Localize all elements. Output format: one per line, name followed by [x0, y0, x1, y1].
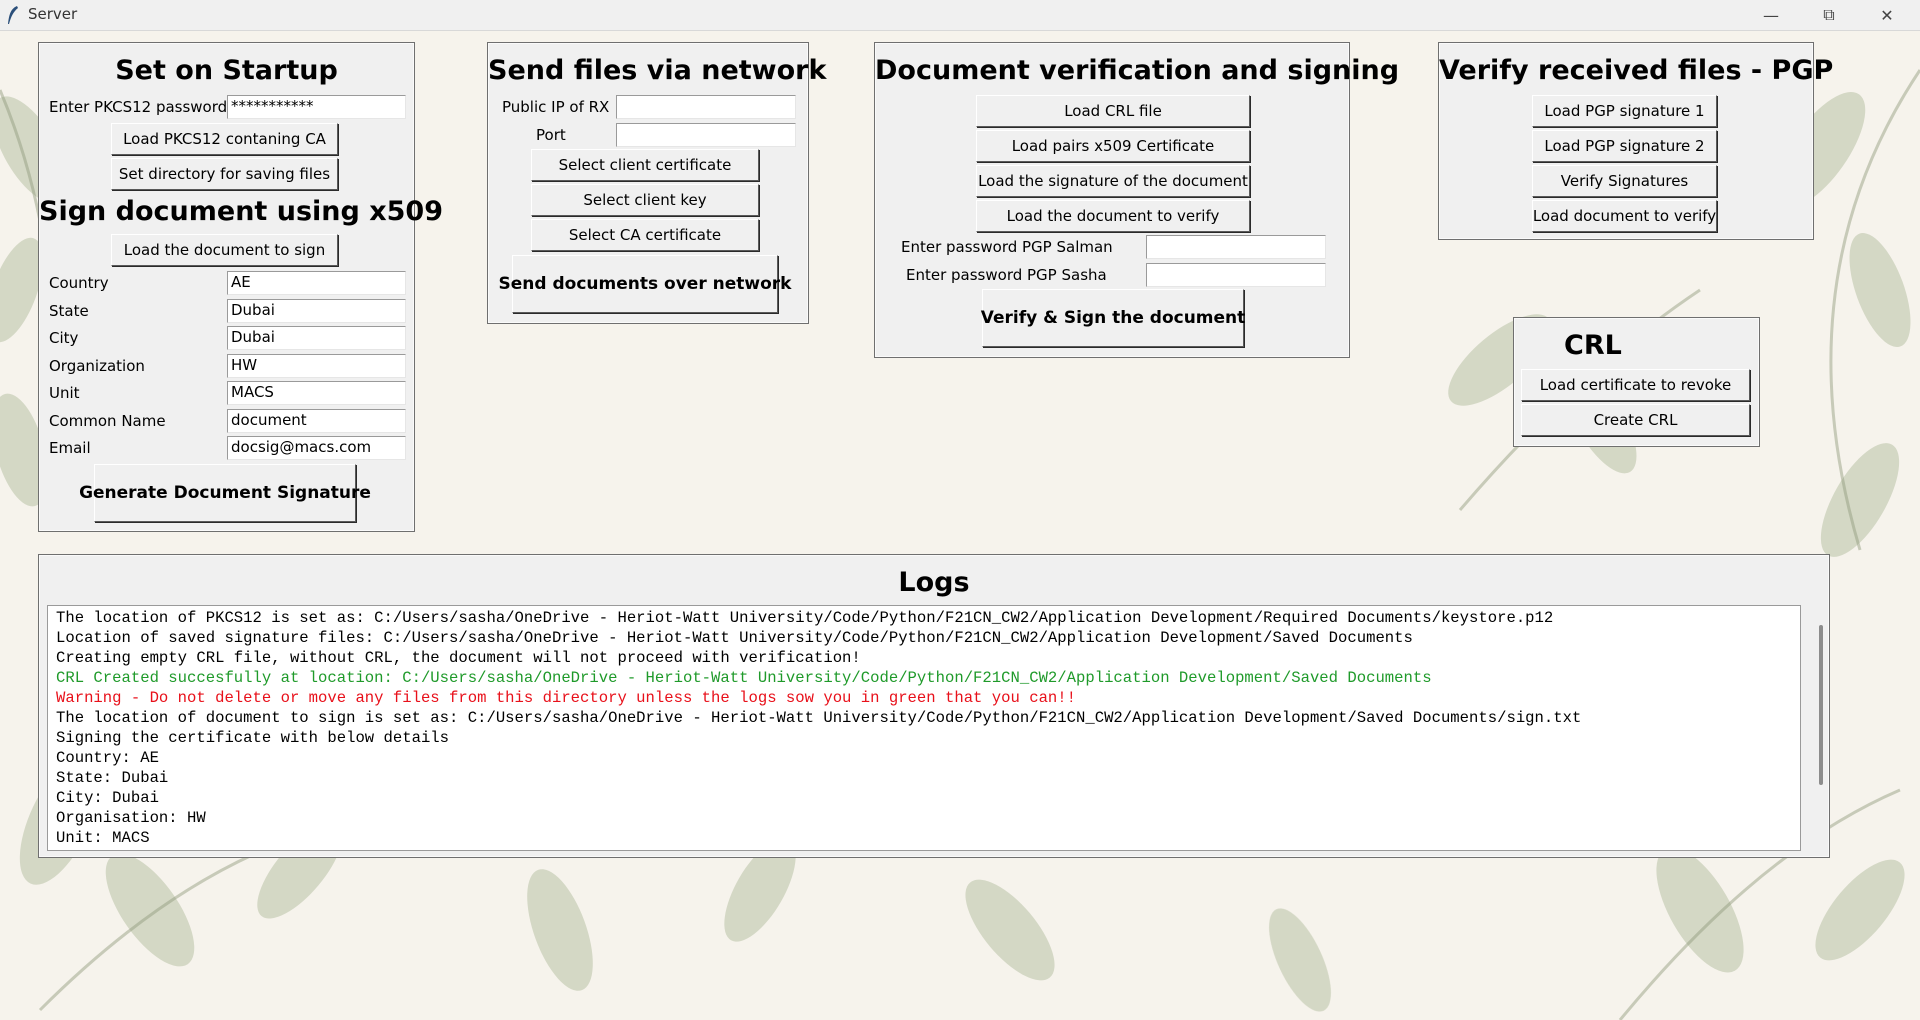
load-pkcs12-button[interactable]: Load PKCS12 contaning CA — [111, 123, 338, 155]
log-line: Warning - Do not delete or move any file… — [56, 689, 1076, 707]
city-label: City — [49, 329, 79, 347]
log-line: City: Dubai — [56, 789, 159, 807]
logs-textbox[interactable]: The location of PKCS12 is set as: C:/Use… — [47, 605, 1801, 851]
common-name-label: Common Name — [49, 412, 166, 430]
logs-title: Logs — [898, 567, 970, 598]
select-client-certificate-button[interactable]: Select client certificate — [531, 149, 759, 181]
pgp-salman-label: Enter password PGP Salman — [901, 238, 1113, 256]
load-pairs-certificate-button[interactable]: Load pairs x509 Certificate — [976, 130, 1250, 162]
state-label: State — [49, 302, 89, 320]
common-name-field[interactable]: document — [227, 409, 406, 433]
organization-field[interactable]: HW — [227, 354, 406, 378]
load-pgp-document-button[interactable]: Load document to verify — [1532, 200, 1717, 232]
port-field[interactable] — [616, 123, 796, 147]
log-line: Creating empty CRL file, without CRL, th… — [56, 649, 861, 667]
load-document-to-verify-button[interactable]: Load the document to verify — [976, 200, 1250, 232]
unit-field[interactable]: MACS — [227, 381, 406, 405]
send-documents-button[interactable]: Send documents over network — [499, 255, 791, 313]
state-field[interactable]: Dubai — [227, 299, 406, 323]
country-label: Country — [49, 274, 109, 292]
select-client-key-button[interactable]: Select client key — [531, 184, 759, 216]
verify-sign-button[interactable]: Verify & Sign the document — [981, 289, 1245, 347]
load-document-signature-button[interactable]: Load the signature of the document — [976, 165, 1250, 197]
log-line: Signing the certificate with below detai… — [56, 729, 450, 747]
unit-label: Unit — [49, 384, 80, 402]
minimize-icon[interactable]: — — [1748, 0, 1794, 30]
load-document-to-sign-button[interactable]: Load the document to sign — [111, 234, 338, 266]
log-line: The location of document to sign is set … — [56, 709, 1582, 727]
log-line: Location of saved signature files: C:/Us… — [56, 629, 1413, 647]
city-field[interactable]: Dubai — [227, 326, 406, 350]
restore-icon[interactable]: ⧉ — [1806, 0, 1852, 30]
close-icon[interactable]: ✕ — [1864, 0, 1910, 30]
log-line: CRL Created succesfully at location: C:/… — [56, 669, 1432, 687]
window-titlebar: Server — ⧉ ✕ — [0, 0, 1920, 31]
log-line: Country: AE — [56, 749, 159, 767]
verification-title: Document verification and signing — [875, 55, 1400, 86]
public-ip-label: Public IP of RX — [502, 98, 610, 116]
country-field[interactable]: AE — [227, 271, 406, 295]
email-field[interactable]: docsig@macs.com — [227, 436, 406, 460]
verification-panel: Document verification and signing Load C… — [874, 42, 1400, 358]
network-panel: Send files via network Public IP of RX P… — [487, 42, 827, 324]
startup-panel: Set on Startup Enter PKCS12 password ***… — [38, 42, 443, 532]
logs-scrollbar[interactable] — [1819, 625, 1823, 785]
pgp-sasha-label: Enter password PGP Sasha — [906, 266, 1107, 284]
organization-label: Organization — [49, 357, 145, 375]
pkcs-password-label: Enter PKCS12 password — [49, 98, 228, 116]
pgp-salman-password-field[interactable] — [1146, 235, 1326, 259]
load-crl-button[interactable]: Load CRL file — [976, 95, 1250, 127]
sign-title: Sign document using x509 — [39, 196, 443, 227]
pgp-sasha-password-field[interactable] — [1146, 263, 1326, 287]
email-label: Email — [49, 439, 91, 457]
pgp-panel: Verify received files - PGP Load PGP sig… — [1438, 42, 1834, 240]
crl-panel: CRL Load certificate to revoke Create CR… — [1513, 317, 1760, 447]
log-line: The location of PKCS12 is set as: C:/Use… — [56, 609, 1554, 627]
log-line: Organisation: HW — [56, 809, 206, 827]
load-certificate-to-revoke-button[interactable]: Load certificate to revoke — [1521, 369, 1750, 401]
feather-icon — [8, 6, 18, 24]
load-pgp-signature-1-button[interactable]: Load PGP signature 1 — [1532, 95, 1717, 127]
crl-title: CRL — [1564, 330, 1622, 361]
pkcs-password-field[interactable]: *********** — [227, 95, 406, 119]
create-crl-button[interactable]: Create CRL — [1521, 404, 1750, 436]
generate-signature-button[interactable]: Generate Document Signature — [79, 464, 371, 522]
verify-signatures-button[interactable]: Verify Signatures — [1532, 165, 1717, 197]
network-title: Send files via network — [488, 55, 827, 86]
select-ca-certificate-button[interactable]: Select CA certificate — [531, 219, 759, 251]
window-title: Server — [28, 5, 78, 23]
pgp-title: Verify received files - PGP — [1439, 55, 1834, 86]
public-ip-field[interactable] — [616, 95, 796, 119]
set-directory-button[interactable]: Set directory for saving files — [111, 158, 338, 190]
startup-title: Set on Startup — [115, 55, 338, 86]
log-line: State: Dubai — [56, 769, 169, 787]
logs-panel: Logs The location of PKCS12 is set as: C… — [38, 554, 1830, 858]
load-pgp-signature-2-button[interactable]: Load PGP signature 2 — [1532, 130, 1717, 162]
port-label: Port — [536, 126, 566, 144]
log-line: Unit: MACS — [56, 829, 150, 847]
